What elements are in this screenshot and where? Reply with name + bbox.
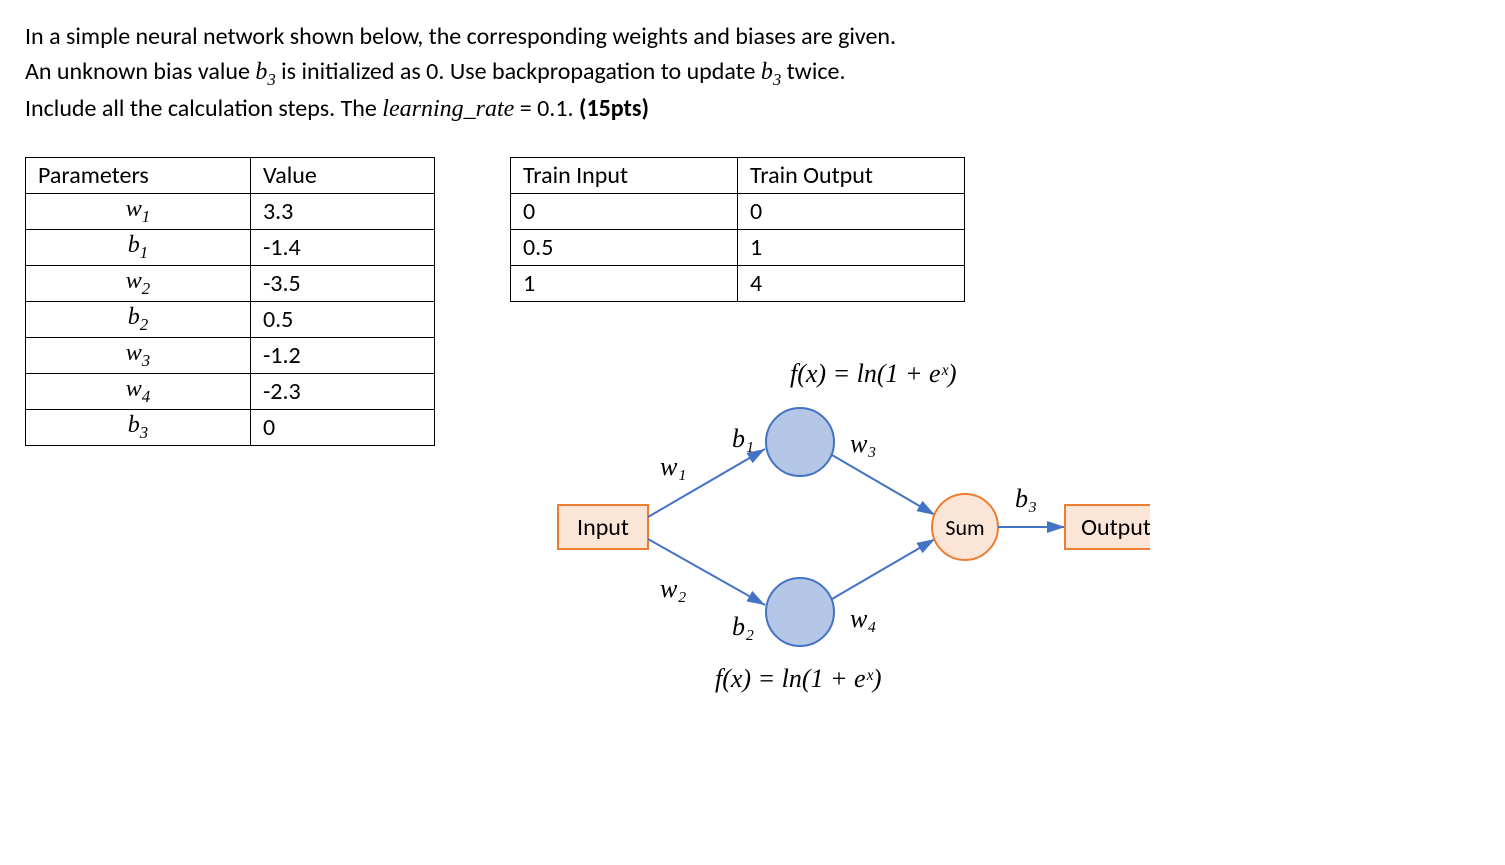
value-header: Value <box>250 157 434 193</box>
network-diagram: f(x) = ln(1 + eˣ) Input w₁ w₂ b₁ b₂ <box>510 347 1150 714</box>
table-row: Parameters Value <box>26 157 435 193</box>
table-row: w3-1.2 <box>26 337 435 373</box>
activation-top: f(x) = ln(1 + eˣ) <box>790 359 957 388</box>
activation-bottom: f(x) = ln(1 + eˣ) <box>715 664 882 693</box>
points: (15pts) <box>579 94 649 123</box>
svg-text:Sum: Sum <box>945 514 984 541</box>
label-b3: b₃ <box>1015 484 1037 513</box>
lr-value: 0.1 <box>537 94 567 123</box>
edge-w3 <box>832 455 935 515</box>
prose-line3a: Include all the calculation steps. The <box>25 94 382 123</box>
hidden-node-bottom <box>766 578 834 646</box>
parameters-table: Parameters Value w13.3 b1-1.4 w2-3.5 b20… <box>25 157 435 446</box>
prose-line1: In a simple neural network shown below, … <box>25 22 896 51</box>
svg-text:Input: Input <box>577 513 629 542</box>
edge-w4 <box>832 539 935 599</box>
b3-var: b3 <box>255 59 275 85</box>
param-header: Parameters <box>26 157 251 193</box>
label-b2: b₂ <box>732 612 754 641</box>
hidden-node-top <box>766 408 834 476</box>
svg-text:Output: Output <box>1081 513 1150 542</box>
table-row: w2-3.5 <box>26 265 435 301</box>
prose-line2a: An unknown bias value <box>25 57 255 86</box>
prose-line2c: twice. <box>781 57 845 86</box>
table-row: Train Input Train Output <box>511 157 965 193</box>
table-row: w4-2.3 <box>26 373 435 409</box>
table-row: b1-1.4 <box>26 229 435 265</box>
label-w1: w₁ <box>660 452 686 481</box>
label-w4: w₄ <box>850 604 876 633</box>
question-text: In a simple neural network shown below, … <box>25 20 1480 127</box>
table-row: 00 <box>511 193 965 229</box>
prose-line2b: is initialized as 0. Use backpropagation… <box>276 57 761 86</box>
label-b1: b₁ <box>732 424 754 453</box>
table-row: 14 <box>511 265 965 301</box>
lr-word: learning_rate <box>382 96 514 122</box>
table-row: b20.5 <box>26 301 435 337</box>
train-input-header: Train Input <box>511 157 738 193</box>
b3-var-2: b3 <box>761 59 781 85</box>
table-row: w13.3 <box>26 193 435 229</box>
label-w3: w₃ <box>850 429 876 458</box>
table-row: 0.51 <box>511 229 965 265</box>
label-w2: w₂ <box>660 574 686 603</box>
table-row: b30 <box>26 409 435 445</box>
train-output-header: Train Output <box>738 157 965 193</box>
training-data-table: Train Input Train Output 00 0.51 14 <box>510 157 965 302</box>
